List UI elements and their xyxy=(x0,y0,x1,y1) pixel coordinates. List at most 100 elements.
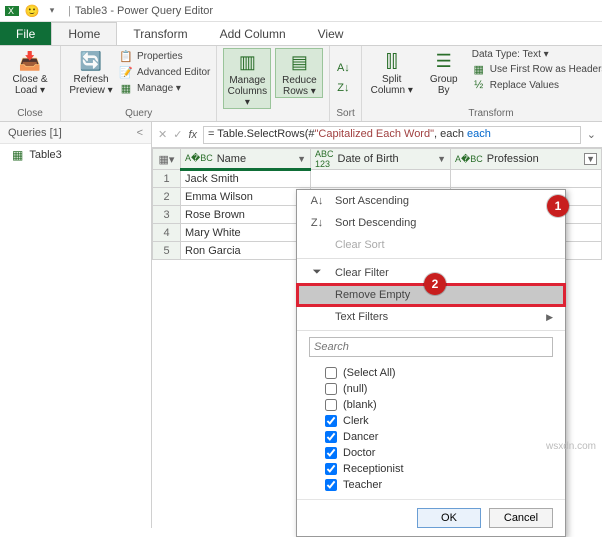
sort-desc-icon: Z↓ xyxy=(336,81,350,95)
formula-input[interactable]: = Table.SelectRows(#"Capitalized Each Wo… xyxy=(203,126,581,144)
close-load-icon: 📥 xyxy=(16,50,44,74)
tab-home[interactable]: Home xyxy=(51,22,117,45)
watermark: wsxdn.com xyxy=(546,441,596,452)
tab-view[interactable]: View xyxy=(302,22,360,45)
properties-icon: 📋 xyxy=(119,49,133,63)
ribbon: 📥 Close & Load ▾ Close 🔄 Refresh Preview… xyxy=(0,46,602,122)
replace-icon: ½ xyxy=(472,78,486,92)
filter-footer: OK Cancel xyxy=(297,499,565,536)
advanced-editor-icon: 📝 xyxy=(119,65,133,79)
type-text-icon-2: A�B͏C xyxy=(455,154,483,165)
emoji-icon[interactable]: 🙂 xyxy=(24,3,40,19)
reduce-rows-button[interactable]: ▤ Reduce Rows ▾ xyxy=(275,48,323,98)
window-title: Table3 - Power Query Editor xyxy=(75,5,213,17)
group-transform: ⫿⫿ Split Column ▾ ☰ Group By Data Type: … xyxy=(362,46,602,121)
title-bar: X 🙂 ▾ | Table3 - Power Query Editor xyxy=(0,0,602,22)
filter-check-clerk[interactable]: Clerk xyxy=(325,413,553,429)
manage-button[interactable]: ▦Manage ▾ xyxy=(119,80,210,96)
filter-search xyxy=(309,337,553,357)
sort-asc-button[interactable]: A↓ xyxy=(336,60,350,76)
group-label-query: Query xyxy=(67,108,210,121)
refresh-icon: 🔄 xyxy=(77,50,105,74)
separator xyxy=(297,330,565,331)
split-column-button[interactable]: ⫿⫿ Split Column ▾ xyxy=(368,48,416,96)
callout-badge-2: 2 xyxy=(424,273,446,295)
group-by-button[interactable]: ☰ Group By xyxy=(420,48,468,96)
table-row[interactable]: 1Jack Smith xyxy=(153,170,602,188)
fx-icon[interactable]: fx xyxy=(188,129,197,141)
clear-sort-item: Clear Sort xyxy=(297,234,565,256)
filter-check-null[interactable]: (null) xyxy=(325,381,553,397)
type-any-icon: ABC123 xyxy=(315,149,334,169)
filter-values-list: (Select All) (null) (blank) Clerk Dancer… xyxy=(297,363,565,499)
group-label-close: Close xyxy=(6,108,54,121)
manage-columns-icon: ▥ xyxy=(233,51,261,75)
tab-transform[interactable]: Transform xyxy=(117,22,203,45)
submenu-arrow-icon: ▶ xyxy=(546,312,553,323)
advanced-editor-button[interactable]: 📝Advanced Editor xyxy=(119,64,210,80)
groupby-icon: ☰ xyxy=(430,50,458,74)
sort-asc-icon: A↓ xyxy=(336,61,350,75)
formula-bar: ✕ ✓ fx = Table.SelectRows(#"Capitalized … xyxy=(152,122,602,148)
column-header-profession[interactable]: A�B͏C Profession ▼ xyxy=(451,149,602,170)
filter-popup: A↓Sort Ascending Z↓Sort Descending Clear… xyxy=(296,189,566,537)
filter-dropdown-name[interactable]: ▼ xyxy=(297,154,306,164)
sort-ascending-item[interactable]: A↓Sort Ascending xyxy=(297,190,565,212)
sort-asc-icon: A↓ xyxy=(309,195,325,207)
queries-header[interactable]: Queries [1] < xyxy=(0,122,151,144)
group-label-sort: Sort xyxy=(336,108,354,121)
group-query: 🔄 Refresh Preview ▾ 📋Properties 📝Advance… xyxy=(61,46,217,121)
type-text-icon: A�B͏C xyxy=(185,153,213,164)
group-close: 📥 Close & Load ▾ Close xyxy=(0,46,61,121)
refresh-preview-button[interactable]: 🔄 Refresh Preview ▾ xyxy=(67,48,115,96)
cancel-button[interactable]: Cancel xyxy=(489,508,553,528)
filter-check-teacher[interactable]: Teacher xyxy=(325,477,553,493)
clear-filter-icon: ⏷ xyxy=(309,266,325,279)
group-label-transform: Transform xyxy=(368,108,602,121)
svg-text:X: X xyxy=(8,6,14,16)
group-sort: A↓ Z↓ Sort xyxy=(330,46,361,121)
queries-pane: Queries [1] < ▦ Table3 xyxy=(0,122,152,528)
filter-dropdown-profession[interactable]: ▼ xyxy=(584,153,597,165)
qat-dropdown-icon[interactable]: ▾ xyxy=(44,3,60,19)
sort-desc-button[interactable]: Z↓ xyxy=(336,80,350,96)
filter-check-select-all[interactable]: (Select All) xyxy=(325,365,553,381)
filter-search-input[interactable] xyxy=(309,337,553,357)
table-icon: ▦ xyxy=(12,148,23,162)
group-label-cols xyxy=(223,109,323,122)
separator xyxy=(297,258,565,259)
manage-icon: ▦ xyxy=(119,81,133,95)
filter-dropdown-dob[interactable]: ▼ xyxy=(437,154,446,164)
filter-check-doctor[interactable]: Doctor xyxy=(325,445,553,461)
filter-check-blank[interactable]: (blank) xyxy=(325,397,553,413)
table-corner[interactable]: ▦▾ xyxy=(153,149,181,170)
reduce-rows-icon: ▤ xyxy=(285,51,313,75)
filter-check-receptionist[interactable]: Receptionist xyxy=(325,461,553,477)
collapse-icon[interactable]: < xyxy=(137,127,143,139)
query-item-table3[interactable]: ▦ Table3 xyxy=(0,144,151,166)
tab-file[interactable]: File xyxy=(0,22,51,45)
ok-button[interactable]: OK xyxy=(417,508,481,528)
separator: | xyxy=(68,5,71,17)
sort-desc-icon: Z↓ xyxy=(309,217,325,229)
filter-check-dancer[interactable]: Dancer xyxy=(325,429,553,445)
excel-icon: X xyxy=(4,3,20,19)
close-load-button[interactable]: 📥 Close & Load ▾ xyxy=(6,48,54,96)
first-row-headers-button[interactable]: ▦Use First Row as Headers ▾ xyxy=(472,61,602,77)
tab-add-column[interactable]: Add Column xyxy=(204,22,302,45)
cancel-formula-icon[interactable]: ✕ xyxy=(158,128,167,141)
manage-columns-button[interactable]: ▥ Manage Columns ▾ xyxy=(223,48,271,109)
accept-formula-icon[interactable]: ✓ xyxy=(173,128,182,141)
callout-badge-1: 1 xyxy=(547,195,569,217)
sort-descending-item[interactable]: Z↓Sort Descending xyxy=(297,212,565,234)
text-filters-item[interactable]: Text Filters▶ xyxy=(297,306,565,328)
column-header-name[interactable]: A�B͏C Name ▼ xyxy=(181,149,311,170)
group-columns: ▥ Manage Columns ▾ ▤ Reduce Rows ▾ xyxy=(217,46,330,121)
replace-values-button[interactable]: ½Replace Values xyxy=(472,77,602,93)
expand-formula-icon[interactable]: ⌄ xyxy=(587,128,596,141)
data-type-button[interactable]: Data Type: Text ▾ xyxy=(472,48,602,61)
split-icon: ⫿⫿ xyxy=(378,50,406,74)
ribbon-tabs: File Home Transform Add Column View xyxy=(0,22,602,46)
column-header-dob[interactable]: ABC123 Date of Birth ▼ xyxy=(311,149,451,170)
properties-button[interactable]: 📋Properties xyxy=(119,48,210,64)
